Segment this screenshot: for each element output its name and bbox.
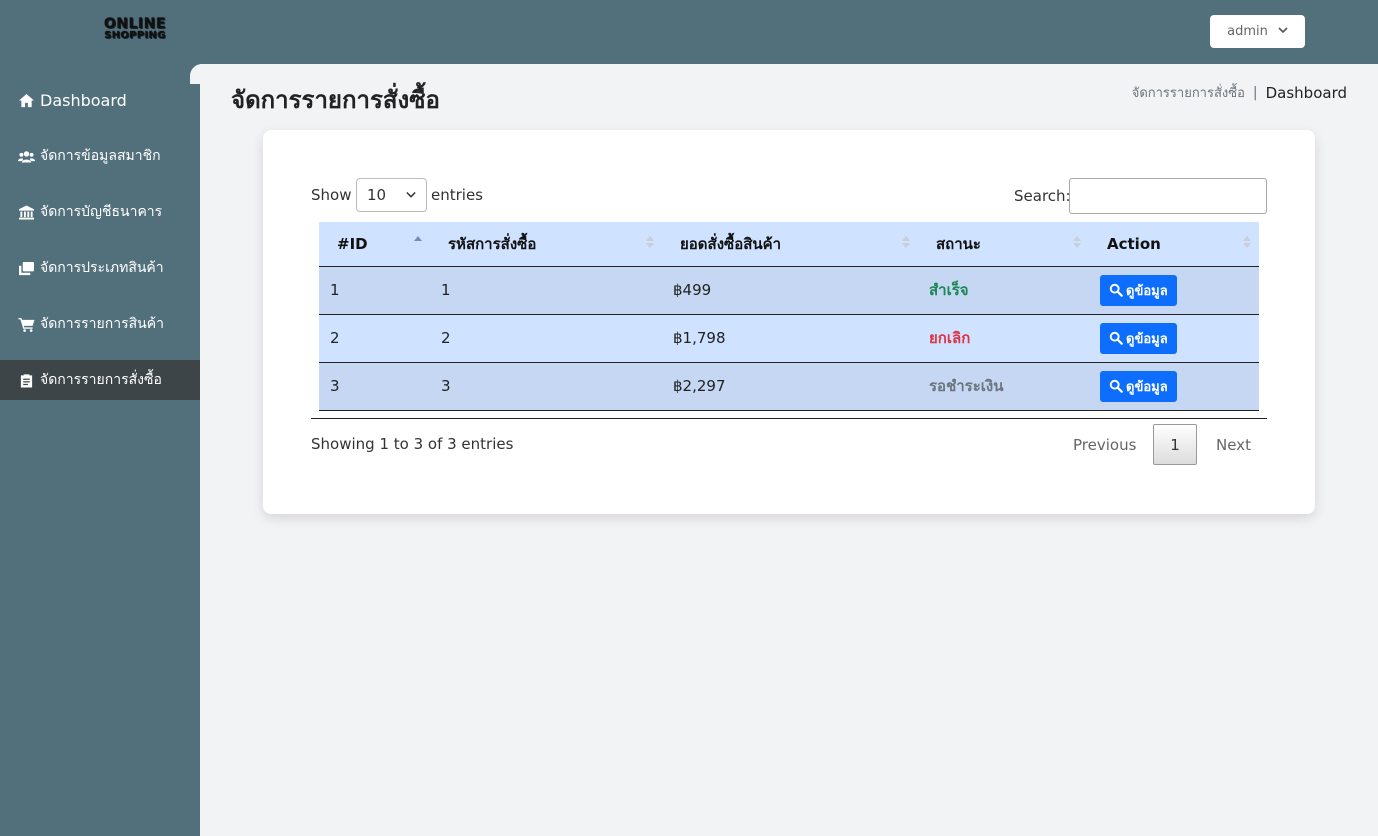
table-row: 2 2 ฿1,798 ยกเลิก ดูข้อมูล — [319, 314, 1259, 363]
user-name: admin — [1227, 24, 1268, 39]
page-title: จัดการรายการสั่งซื้อ — [231, 86, 440, 114]
orders-card: Show 10 entries Search: #ID รหัสการสั่งซ… — [263, 130, 1315, 514]
status-badge: สำเร็จ — [929, 281, 969, 299]
column-header-order-code[interactable]: รหัสการสั่งซื้อ — [430, 222, 662, 267]
site-logo[interactable]: ONLINE SHOPPING — [98, 16, 172, 42]
logo-line-1: ONLINE — [103, 16, 167, 32]
sidebar-item-label: จัดการประเภทสินค้า — [40, 260, 164, 276]
status-badge: ยกเลิก — [929, 329, 971, 347]
cell-status: ยกเลิก — [918, 314, 1089, 363]
entries-label: entries — [431, 186, 483, 204]
pagination-page-1[interactable]: 1 — [1153, 424, 1197, 465]
clipboard-icon — [16, 373, 36, 388]
page-size-select[interactable]: 10 — [356, 178, 427, 212]
cell-order-code: 3 — [430, 362, 662, 411]
sidebar-item-label: จัดการบัญชีธนาคาร — [40, 204, 163, 220]
sidebar-item-products[interactable]: จัดการรายการสินค้า — [0, 304, 200, 344]
column-header-action[interactable]: Action — [1089, 222, 1259, 267]
sidebar-item-label: Dashboard — [40, 90, 127, 110]
cell-action: ดูข้อมูล — [1089, 362, 1259, 411]
table-row: 3 3 ฿2,297 รอชำระเงิน ดูข้อมูล — [319, 362, 1259, 411]
cell-action: ดูข้อมูล — [1089, 314, 1259, 363]
column-header-status[interactable]: สถานะ — [918, 222, 1089, 267]
sort-icon — [1073, 236, 1081, 248]
search-icon — [1109, 283, 1123, 297]
sidebar-item-label: จัดการรายการสั่งซื้อ — [40, 372, 162, 388]
cell-id: 1 — [319, 266, 430, 315]
bank-icon — [16, 204, 36, 220]
search-input[interactable] — [1069, 178, 1267, 214]
search-icon — [1109, 331, 1123, 345]
cell-total: ฿499 — [662, 266, 918, 315]
view-details-label: ดูข้อมูล — [1126, 331, 1168, 347]
view-details-button[interactable]: ดูข้อมูล — [1100, 370, 1177, 402]
table-row: 1 1 ฿499 สำเร็จ ดูข้อมูล — [319, 266, 1259, 315]
breadcrumb: จัดการรายการสั่งซื้อ | Dashboard — [1132, 82, 1347, 103]
cell-status: สำเร็จ — [918, 266, 1089, 315]
view-details-button[interactable]: ดูข้อมูล — [1100, 274, 1177, 306]
column-header-id[interactable]: #ID — [319, 222, 430, 267]
search-icon — [1109, 379, 1123, 393]
table-info: Showing 1 to 3 of 3 entries — [311, 435, 514, 453]
chevron-down-icon — [406, 191, 416, 198]
cart-icon — [16, 317, 36, 332]
sort-icon — [646, 236, 654, 248]
status-badge: รอชำระเงิน — [929, 377, 1004, 395]
cell-order-code: 2 — [430, 314, 662, 363]
cell-status: รอชำระเงิน — [918, 362, 1089, 411]
cell-total: ฿1,798 — [662, 314, 918, 363]
orders-table: #ID รหัสการสั่งซื้อ ยอดสั่งซื้อสินค้า สถ… — [319, 222, 1259, 411]
cell-total: ฿2,297 — [662, 362, 918, 411]
table-header-row: #ID รหัสการสั่งซื้อ ยอดสั่งซื้อสินค้า สถ… — [319, 222, 1259, 267]
show-label: Show — [311, 186, 352, 204]
sort-ascending-icon — [414, 236, 422, 248]
user-menu-button[interactable]: admin — [1210, 15, 1305, 48]
logo-line-2: SHOPPING — [104, 30, 166, 41]
chevron-down-icon — [1278, 26, 1288, 37]
pagination-previous[interactable]: Previous — [1073, 436, 1136, 454]
content-corner — [190, 64, 210, 84]
sidebar-item-dashboard[interactable]: Dashboard — [0, 80, 200, 120]
users-icon — [16, 149, 36, 164]
search-label: Search: — [1014, 187, 1071, 205]
cell-id: 2 — [319, 314, 430, 363]
sidebar: Dashboard จัดการข้อมูลสมาชิก จัดการบัญชี… — [0, 64, 200, 836]
breadcrumb-link[interactable]: จัดการรายการสั่งซื้อ — [1132, 82, 1245, 103]
column-header-label: #ID — [337, 234, 368, 253]
cell-order-code: 1 — [430, 266, 662, 315]
breadcrumb-current: Dashboard — [1265, 83, 1347, 102]
sort-icon — [902, 236, 910, 248]
sidebar-item-orders[interactable]: จัดการรายการสั่งซื้อ — [0, 360, 200, 400]
cell-action: ดูข้อมูล — [1089, 266, 1259, 315]
sidebar-item-members[interactable]: จัดการข้อมูลสมาชิก — [0, 136, 200, 176]
breadcrumb-separator: | — [1252, 84, 1258, 101]
sort-icon — [1243, 236, 1251, 248]
pagination-next[interactable]: Next — [1216, 436, 1251, 454]
sidebar-item-label: จัดการข้อมูลสมาชิก — [40, 148, 161, 164]
view-details-label: ดูข้อมูล — [1126, 283, 1168, 299]
page-size-value: 10 — [367, 186, 387, 204]
view-details-label: ดูข้อมูล — [1126, 379, 1168, 395]
sidebar-item-product-categories[interactable]: จัดการประเภทสินค้า — [0, 248, 200, 288]
view-details-button[interactable]: ดูข้อมูล — [1100, 322, 1177, 354]
cell-id: 3 — [319, 362, 430, 411]
sidebar-item-label: จัดการรายการสินค้า — [40, 316, 164, 332]
column-header-total[interactable]: ยอดสั่งซื้อสินค้า — [662, 222, 918, 267]
top-navbar: ONLINE SHOPPING admin — [0, 0, 1378, 64]
table-footer-divider — [311, 418, 1267, 419]
column-header-label: สถานะ — [936, 234, 981, 253]
column-header-label: ยอดสั่งซื้อสินค้า — [680, 234, 782, 253]
sidebar-item-bank-accounts[interactable]: จัดการบัญชีธนาคาร — [0, 192, 200, 232]
column-header-label: รหัสการสั่งซื้อ — [448, 234, 537, 253]
home-icon — [16, 93, 36, 108]
clone-icon — [16, 261, 36, 276]
column-header-label: Action — [1107, 234, 1161, 253]
